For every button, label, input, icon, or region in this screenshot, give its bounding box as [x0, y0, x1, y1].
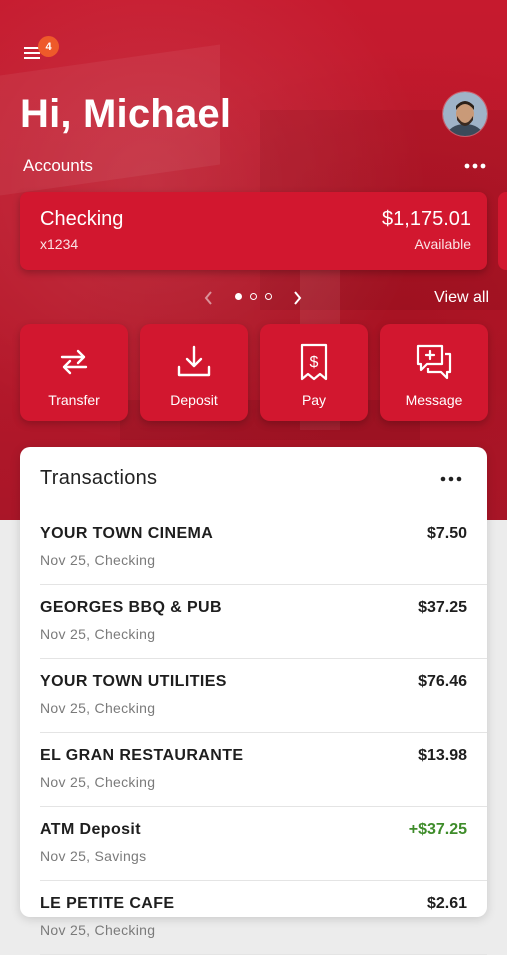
transaction-merchant: LE PETITE CAFE	[40, 895, 175, 912]
deposit-label: Deposit	[170, 392, 218, 408]
transaction-row[interactable]: ATM Deposit Nov 25, Savings +$37.25	[40, 807, 487, 881]
transaction-row[interactable]: GEORGES BBQ & PUB Nov 25, Checking $37.2…	[40, 585, 487, 659]
transaction-amount: $37.25	[418, 599, 467, 616]
message-label: Message	[405, 392, 463, 408]
transactions-heading: Transactions	[40, 467, 158, 489]
accounts-heading: Accounts	[23, 156, 93, 175]
greeting-heading: Hi, Michael	[20, 92, 232, 136]
transaction-detail: Nov 25, Checking	[40, 552, 156, 568]
transaction-detail: Nov 25, Checking	[40, 700, 156, 716]
next-account-card-peek[interactable]	[498, 192, 507, 270]
transaction-merchant: GEORGES BBQ & PUB	[40, 599, 222, 616]
ellipsis-icon[interactable]	[439, 471, 463, 487]
pager-dot-active[interactable]	[235, 293, 242, 300]
deposit-button[interactable]: Deposit	[140, 324, 248, 421]
svg-text:$: $	[310, 354, 319, 371]
account-name: Checking	[40, 208, 124, 230]
transaction-row[interactable]: YOUR TOWN UTILITIES Nov 25, Checking $76…	[40, 659, 487, 733]
transaction-amount: $76.46	[418, 673, 467, 690]
transaction-row[interactable]: YOUR TOWN CINEMA Nov 25, Checking $7.50	[40, 511, 487, 585]
transaction-amount-credit: +$37.25	[408, 821, 467, 838]
transaction-merchant: YOUR TOWN UTILITIES	[40, 673, 227, 690]
transaction-amount: $13.98	[418, 747, 467, 764]
transfer-label: Transfer	[48, 392, 100, 408]
transaction-merchant: ATM Deposit	[40, 821, 141, 838]
message-chat-icon	[414, 342, 454, 382]
ellipsis-icon[interactable]	[462, 156, 488, 176]
pay-button[interactable]: $ Pay	[260, 324, 368, 421]
transfer-arrows-icon	[54, 342, 94, 382]
notification-badge: 4	[38, 36, 59, 57]
balance-label: Available	[414, 236, 471, 252]
transaction-detail: Nov 25, Savings	[40, 848, 147, 864]
pager-dot[interactable]	[265, 293, 272, 300]
transfer-button[interactable]: Transfer	[20, 324, 128, 421]
transaction-detail: Nov 25, Checking	[40, 922, 156, 938]
transaction-amount: $2.61	[426, 895, 467, 912]
account-pager	[200, 288, 310, 308]
message-button[interactable]: Message	[380, 324, 488, 421]
chevron-right-icon[interactable]	[290, 288, 304, 308]
account-number: x1234	[40, 236, 79, 252]
deposit-download-icon	[174, 342, 214, 382]
account-balance: $1,175.01	[382, 208, 471, 230]
transactions-panel: Transactions YOUR TOWN CINEMA Nov 25, Ch…	[20, 447, 487, 955]
transaction-row[interactable]: LE PETITE CAFE Nov 25, Checking $2.61	[40, 881, 487, 955]
transaction-merchant: EL GRAN RESTAURANTE	[40, 747, 244, 764]
pager-dot[interactable]	[250, 293, 257, 300]
view-all-link[interactable]: View all	[434, 289, 489, 307]
transaction-merchant: YOUR TOWN CINEMA	[40, 525, 214, 542]
transaction-detail: Nov 25, Checking	[40, 626, 156, 642]
chevron-left-icon[interactable]	[202, 288, 216, 308]
transaction-detail: Nov 25, Checking	[40, 774, 156, 790]
pay-label: Pay	[301, 392, 327, 408]
transaction-row[interactable]: EL GRAN RESTAURANTE Nov 25, Checking $13…	[40, 733, 487, 807]
transactions-list: YOUR TOWN CINEMA Nov 25, Checking $7.50 …	[40, 511, 487, 955]
user-avatar[interactable]	[443, 92, 487, 136]
pay-receipt-icon: $	[294, 342, 334, 382]
transaction-amount: $7.50	[426, 525, 467, 542]
account-card-checking[interactable]: Checking x1234 $1,175.01 Available	[20, 192, 487, 270]
